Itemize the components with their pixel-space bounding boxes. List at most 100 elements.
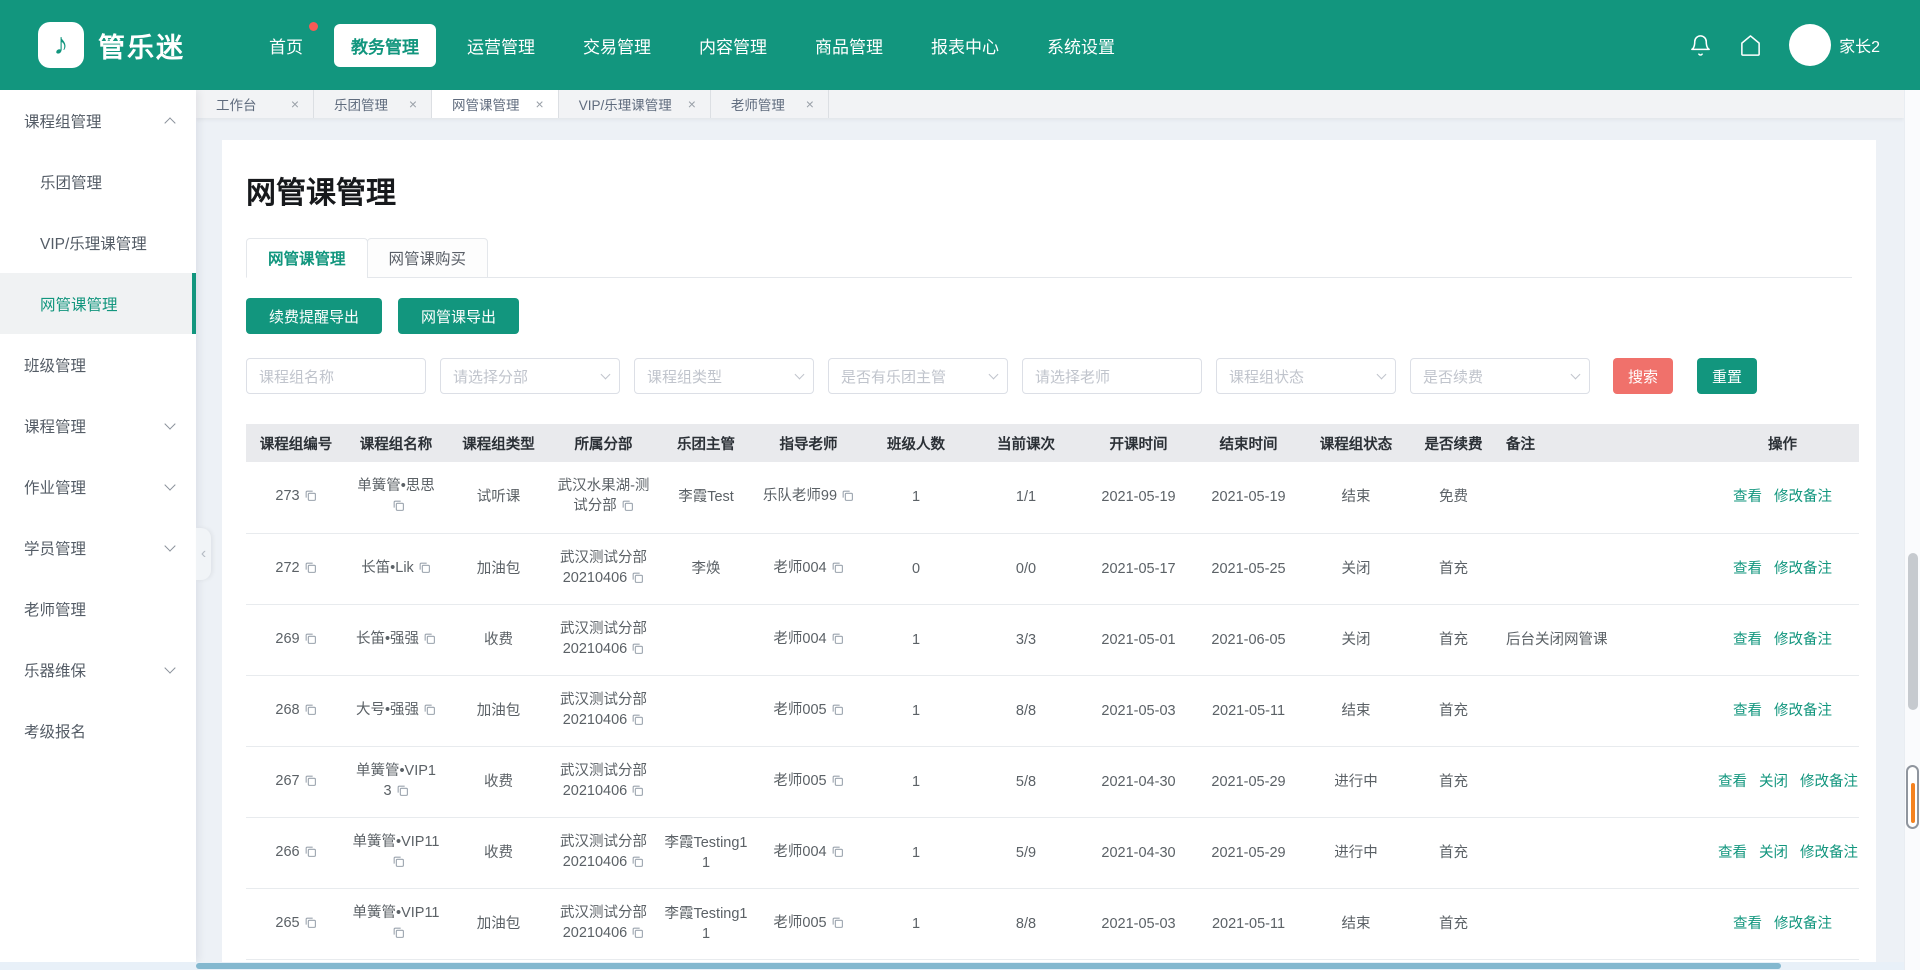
select-是否续费[interactable]: 是否续费 <box>1410 358 1590 394</box>
copy-icon[interactable] <box>841 488 854 508</box>
nav-item-商品管理[interactable]: 商品管理 <box>798 24 900 67</box>
action-edit-remark[interactable]: 修改备注 <box>1774 561 1832 577</box>
close-icon[interactable]: × <box>275 96 299 112</box>
copy-icon[interactable] <box>423 631 436 651</box>
vertical-scrollbar[interactable] <box>1904 90 1920 970</box>
nav-item-报表中心[interactable]: 报表中心 <box>914 24 1016 67</box>
copy-icon[interactable] <box>304 915 317 935</box>
input-课程组名称[interactable]: 课程组名称 <box>246 358 426 394</box>
copy-icon[interactable] <box>631 641 644 661</box>
horizontal-scrollbar-thumb[interactable] <box>196 963 1781 969</box>
input-请选择老师[interactable]: 请选择老师 <box>1022 358 1202 394</box>
copy-icon[interactable] <box>831 631 844 651</box>
reset-button[interactable]: 重置 <box>1697 358 1757 394</box>
tab-网管课购买[interactable]: 网管课购买 <box>367 238 489 278</box>
copy-icon[interactable] <box>831 844 844 864</box>
export-button-续费提醒导出[interactable]: 续费提醒导出 <box>246 298 382 334</box>
vertical-scrollbar-thumb[interactable] <box>1908 553 1918 710</box>
select-请选择分部[interactable]: 请选择分部 <box>440 358 620 394</box>
sidebar-item-乐器维保[interactable]: 乐器维保 <box>0 639 196 700</box>
cell-课程组编号: 267 <box>246 746 346 817</box>
copy-icon[interactable] <box>631 854 644 874</box>
action-view[interactable]: 查看 <box>1733 561 1762 577</box>
copy-icon[interactable] <box>392 498 405 518</box>
sidebar-collapse-handle[interactable]: ‹ <box>196 528 211 580</box>
sidebar-item-学员管理[interactable]: 学员管理 <box>0 517 196 578</box>
sidebar-item-老师管理[interactable]: 老师管理 <box>0 578 196 639</box>
action-view[interactable]: 查看 <box>1733 632 1762 648</box>
copy-icon[interactable] <box>831 702 844 722</box>
user-name[interactable]: 家长2 <box>1839 33 1880 57</box>
action-edit-remark[interactable]: 修改备注 <box>1774 489 1832 505</box>
window-tab-VIP/乐理课管理[interactable]: VIP/乐理课管理× <box>559 90 711 118</box>
copy-icon[interactable] <box>304 631 317 651</box>
copy-icon[interactable] <box>304 488 317 508</box>
window-tab-工作台[interactable]: 工作台× <box>196 90 314 118</box>
action-edit-remark[interactable]: 修改备注 <box>1774 703 1832 719</box>
cell-课程组状态: 进行中 <box>1301 746 1411 817</box>
window-tab-乐团管理[interactable]: 乐团管理× <box>314 90 432 118</box>
window-tab-老师管理[interactable]: 老师管理× <box>711 90 829 118</box>
action-edit-remark[interactable]: 修改备注 <box>1800 774 1858 790</box>
select-是否有乐团主管[interactable]: 是否有乐团主管 <box>828 358 1008 394</box>
action-view[interactable]: 查看 <box>1733 489 1762 505</box>
copy-icon[interactable] <box>392 854 405 874</box>
copy-icon[interactable] <box>304 773 317 793</box>
action-view[interactable]: 查看 <box>1733 916 1762 932</box>
close-icon[interactable]: × <box>672 96 696 112</box>
sidebar-item-网管课管理[interactable]: 网管课管理 <box>0 273 196 334</box>
select-课程组状态[interactable]: 课程组状态 <box>1216 358 1396 394</box>
copy-icon[interactable] <box>392 925 405 945</box>
nav-item-交易管理[interactable]: 交易管理 <box>566 24 668 67</box>
sidebar-item-课程组管理[interactable]: 课程组管理 <box>0 90 196 151</box>
action-view[interactable]: 查看 <box>1718 845 1747 861</box>
copy-icon[interactable] <box>631 925 644 945</box>
home-icon[interactable] <box>1739 33 1763 57</box>
copy-icon[interactable] <box>423 702 436 722</box>
action-edit-remark[interactable]: 修改备注 <box>1774 916 1832 932</box>
sidebar-item-VIP/乐理课管理[interactable]: VIP/乐理课管理 <box>0 212 196 273</box>
copy-icon[interactable] <box>631 570 644 590</box>
copy-icon[interactable] <box>631 712 644 732</box>
action-view[interactable]: 查看 <box>1733 703 1762 719</box>
nav-item-教务管理[interactable]: 教务管理 <box>334 24 436 67</box>
avatar[interactable] <box>1789 24 1831 66</box>
copy-icon[interactable] <box>304 844 317 864</box>
sidebar-item-作业管理[interactable]: 作业管理 <box>0 456 196 517</box>
sidebar-item-考级报名[interactable]: 考级报名 <box>0 700 196 761</box>
cell-课程组类型: 收费 <box>446 817 551 888</box>
copy-icon[interactable] <box>396 783 409 803</box>
cell-text: 结束 <box>1342 489 1371 505</box>
copy-icon[interactable] <box>304 702 317 722</box>
search-button[interactable]: 搜索 <box>1613 358 1673 394</box>
copy-icon[interactable] <box>621 498 634 518</box>
horizontal-scrollbar[interactable] <box>0 962 1904 970</box>
bell-icon[interactable] <box>1689 33 1713 57</box>
copy-icon[interactable] <box>831 773 844 793</box>
sidebar-item-课程管理[interactable]: 课程管理 <box>0 395 196 456</box>
close-icon[interactable]: × <box>520 96 544 112</box>
tab-网管课管理[interactable]: 网管课管理 <box>246 238 368 278</box>
select-课程组类型[interactable]: 课程组类型 <box>634 358 814 394</box>
copy-icon[interactable] <box>304 560 317 580</box>
close-icon[interactable]: × <box>790 96 814 112</box>
nav-item-首页[interactable]: 首页 <box>252 24 320 67</box>
close-icon[interactable]: × <box>393 96 417 112</box>
sidebar-item-班级管理[interactable]: 班级管理 <box>0 334 196 395</box>
copy-icon[interactable] <box>831 560 844 580</box>
cell-是否续费: 首充 <box>1411 604 1496 675</box>
action-view[interactable]: 查看 <box>1718 774 1747 790</box>
sidebar-item-乐团管理[interactable]: 乐团管理 <box>0 151 196 212</box>
copy-icon[interactable] <box>418 560 431 580</box>
nav-item-系统设置[interactable]: 系统设置 <box>1030 24 1132 67</box>
nav-item-运营管理[interactable]: 运营管理 <box>450 24 552 67</box>
copy-icon[interactable] <box>831 915 844 935</box>
action-edit-remark[interactable]: 修改备注 <box>1774 632 1832 648</box>
action-close[interactable]: 关闭 <box>1759 845 1788 861</box>
action-edit-remark[interactable]: 修改备注 <box>1800 845 1858 861</box>
export-button-网管课导出[interactable]: 网管课导出 <box>398 298 519 334</box>
action-close[interactable]: 关闭 <box>1759 774 1788 790</box>
nav-item-内容管理[interactable]: 内容管理 <box>682 24 784 67</box>
window-tab-网管课管理[interactable]: 网管课管理× <box>432 90 559 118</box>
copy-icon[interactable] <box>631 783 644 803</box>
